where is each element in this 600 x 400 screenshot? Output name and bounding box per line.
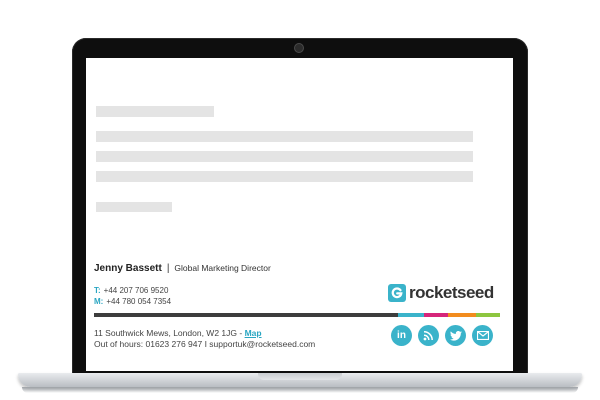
twitter-icon[interactable] — [445, 325, 466, 346]
mobile-label: M: — [94, 297, 104, 306]
placeholder-line — [96, 131, 473, 142]
linkedin-icon[interactable]: in — [391, 325, 412, 346]
signature-job-title: Global Marketing Director — [174, 263, 271, 273]
mobile-number[interactable]: +44 780 054 7354 — [106, 297, 171, 306]
out-of-hours-line: Out of hours: 01623 276 947 I supportuk@… — [94, 339, 316, 349]
placeholder-line — [96, 171, 473, 182]
rocketseed-logo-icon — [388, 284, 406, 302]
placeholder-line — [96, 202, 172, 212]
laptop-shadow — [22, 387, 578, 393]
signature-name: Jenny Bassett — [94, 263, 162, 274]
address-line: 11 Southwick Mews, London, W2 1JG - Map — [94, 328, 262, 338]
name-separator: | — [166, 263, 170, 274]
rocketseed-logo[interactable]: rocketseed — [388, 283, 494, 303]
divider-bar-dark — [94, 313, 398, 317]
placeholder-line — [96, 106, 214, 117]
phone-label: T: — [94, 286, 101, 295]
divider-bar-green — [476, 313, 500, 317]
map-link[interactable]: Map — [245, 328, 262, 338]
laptop-notch — [258, 373, 342, 380]
signature-name-line: Jenny Bassett | Global Marketing Director — [94, 263, 271, 274]
phone-number[interactable]: +44 207 706 9520 — [104, 286, 169, 295]
divider-bar-teal — [398, 313, 424, 317]
phone-line: T: +44 207 706 9520 — [94, 286, 168, 295]
placeholder-line — [96, 151, 473, 162]
email-icon[interactable] — [472, 325, 493, 346]
rss-icon[interactable] — [418, 325, 439, 346]
logo-text: rocketseed — [409, 283, 494, 302]
camera-icon — [294, 43, 304, 53]
mobile-line: M: +44 780 054 7354 — [94, 297, 171, 306]
laptop-screen: Jenny Bassett | Global Marketing Director … — [86, 58, 513, 371]
divider-bar-magenta — [424, 313, 448, 317]
address-text: 11 Southwick Mews, London, W2 1JG - — [94, 328, 245, 338]
divider-bar-orange — [448, 313, 476, 317]
